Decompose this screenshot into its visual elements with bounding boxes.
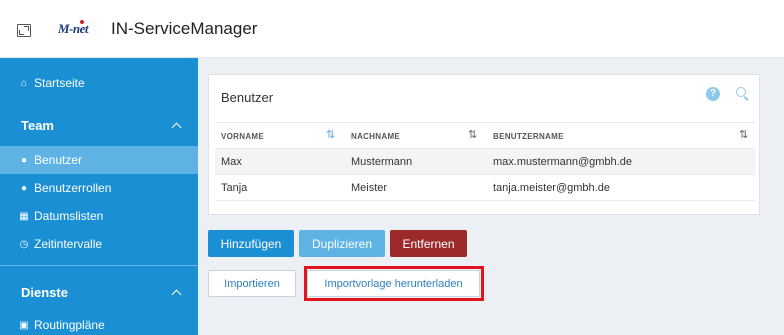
duplicate-button[interactable]: Duplizieren [299, 230, 385, 257]
sidebar-item-datumslisten[interactable]: ▦ Datumslisten [0, 202, 198, 230]
section-title: Dienste [21, 284, 68, 300]
sort-asc-icon[interactable]: ⇅ [326, 128, 335, 141]
clock-icon: ◷ [19, 238, 29, 250]
section-title: Team [21, 117, 54, 133]
sort-icon[interactable]: ⇅ [739, 128, 748, 141]
users-icon: ● [20, 182, 28, 194]
sidebar-item-label: Routingpläne [34, 318, 105, 332]
users-table: VORNAME ⇅ NACHNAME ⇅ BENUTZERNAME ⇅ Max … [215, 122, 755, 201]
sidebar-divider [0, 265, 198, 266]
cell-vorname: Tanja [221, 182, 248, 194]
column-header-benutzername[interactable]: BENUTZERNAME [493, 123, 564, 150]
import-button[interactable]: Importieren [208, 270, 296, 297]
user-icon: ● [20, 154, 28, 166]
users-panel: Benutzer ? VORNAME ⇅ NACHNAME ⇅ BENUTZER… [208, 74, 760, 215]
sidebar-item-label: Startseite [34, 76, 85, 90]
chevron-up-icon [171, 122, 182, 132]
cell-nachname: Mustermann [351, 156, 413, 168]
cell-benutzername: max.mustermann@gmbh.de [493, 156, 632, 168]
search-icon[interactable] [736, 87, 746, 97]
sidebar-item-benutzer[interactable]: ● Benutzer [0, 146, 198, 174]
sidebar-item-label: Datumslisten [34, 209, 104, 223]
help-icon[interactable]: ? [706, 87, 720, 101]
remove-button[interactable]: Entfernen [390, 230, 467, 257]
highlight-frame [304, 266, 484, 301]
sidebar-item-label: Zeitintervalle [34, 237, 103, 251]
sidebar-item-zeitintervalle[interactable]: ◷ Zeitintervalle [0, 230, 198, 258]
sidebar-item-startseite[interactable]: ⌂ Startseite [0, 69, 198, 97]
column-header-nachname[interactable]: NACHNAME [351, 123, 400, 150]
app-title: IN-ServiceManager [111, 19, 258, 38]
sidebar-item-label: Benutzer [34, 153, 83, 167]
window-toggle-icon[interactable] [17, 24, 31, 37]
sitemap-icon: ▣ [19, 319, 29, 331]
app-header: M-net IN-ServiceManager [0, 0, 784, 58]
sidebar-section-dienste[interactable]: Dienste [0, 278, 198, 306]
cell-vorname: Max [221, 156, 242, 168]
add-button[interactable]: Hinzufügen [208, 230, 294, 257]
calendar-icon: ▦ [19, 210, 29, 222]
cell-nachname: Meister [351, 182, 388, 194]
chevron-up-icon [171, 289, 182, 299]
sidebar-section-team[interactable]: Team [0, 111, 198, 139]
sidebar: ⌂ Startseite Team ● Benutzer ● Benutzerr… [0, 58, 198, 335]
column-header-vorname[interactable]: VORNAME [221, 123, 264, 150]
home-icon: ⌂ [20, 77, 28, 89]
table-row[interactable]: Tanja Meister tanja.meister@gmbh.de [215, 175, 755, 201]
sidebar-item-benutzerrollen[interactable]: ● Benutzerrollen [0, 174, 198, 202]
table-row[interactable]: Max Mustermann max.mustermann@gmbh.de [215, 149, 755, 175]
panel-title: Benutzer [221, 90, 274, 105]
table-header: VORNAME ⇅ NACHNAME ⇅ BENUTZERNAME ⇅ [215, 122, 755, 149]
sort-icon[interactable]: ⇅ [468, 128, 477, 141]
mnet-logo: M-net [58, 20, 89, 36]
sidebar-item-routingplaene[interactable]: ▣ Routingpläne [0, 311, 198, 335]
cell-benutzername: tanja.meister@gmbh.de [493, 182, 610, 194]
sidebar-item-label: Benutzerrollen [34, 181, 112, 195]
